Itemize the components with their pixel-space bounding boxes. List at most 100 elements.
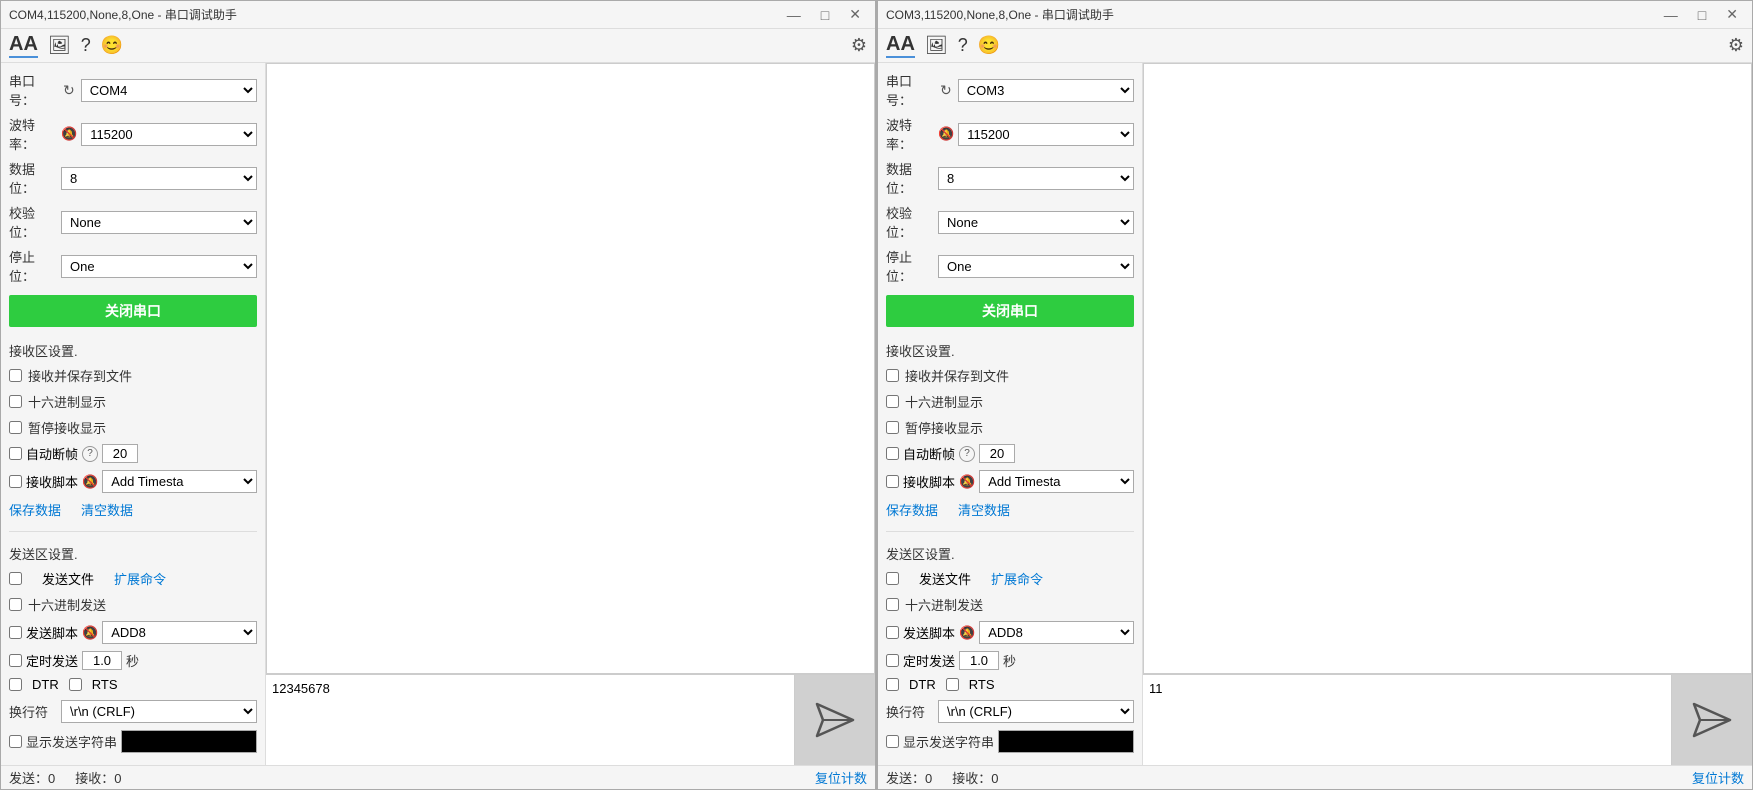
send-file-checkbox[interactable] xyxy=(9,572,22,585)
send-text-input[interactable]: 11 xyxy=(1143,675,1672,765)
auto-break-checkbox[interactable] xyxy=(9,447,22,460)
send-script-select[interactable]: ADD8 xyxy=(979,621,1134,644)
send-script-checkbox[interactable] xyxy=(886,626,899,639)
port-row-refresh-button[interactable]: ↻ xyxy=(938,82,954,99)
save-to-file-row-checkbox[interactable] xyxy=(886,369,899,382)
hex-display-row-checkbox[interactable] xyxy=(886,395,899,408)
auto-break-value-input[interactable] xyxy=(102,444,138,463)
save-data-button[interactable]: 保存数据 xyxy=(9,500,61,519)
extend-command-button[interactable]: 扩展命令 xyxy=(991,569,1043,588)
reset-count-link[interactable]: 复位计数 xyxy=(815,768,867,787)
left-panel: 串口号：↻COM3COM4COM1COM2波特率：🔕11520096003840… xyxy=(878,63,1143,765)
display-color-select[interactable] xyxy=(998,730,1134,753)
title-bar: COM4,115200,None,8,One - 串口调试助手 — □ ✕ xyxy=(1,1,875,29)
hex-display-row-label: 十六进制显示 xyxy=(28,392,106,411)
settings-icon[interactable]: ⚙ xyxy=(851,35,867,56)
rts-checkbox[interactable] xyxy=(946,678,959,691)
hex-send-row-checkbox[interactable] xyxy=(886,598,899,611)
auto-break-value-input[interactable] xyxy=(979,444,1015,463)
port-row-refresh-button[interactable]: ↻ xyxy=(61,82,77,99)
text-size-icon[interactable]: AA xyxy=(9,33,38,58)
reset-count-link[interactable]: 复位计数 xyxy=(1692,768,1744,787)
window-2: COM3,115200,None,8,One - 串口调试助手—□✕AA🖼?😊⚙… xyxy=(877,0,1753,790)
image-icon[interactable]: 🖼 xyxy=(925,35,948,56)
toolbar: AA 🖼? 😊 ⚙ xyxy=(878,29,1752,63)
send-script-mute-icon[interactable]: 🔕 xyxy=(82,625,98,641)
close-button[interactable]: ✕ xyxy=(843,4,867,25)
help-icon[interactable]: ? xyxy=(81,35,91,56)
data-bits-row: 数据位：8765 xyxy=(9,159,257,197)
send-button[interactable] xyxy=(1672,675,1752,765)
dtr-checkbox[interactable] xyxy=(886,678,899,691)
emoji-icon[interactable]: 😊 xyxy=(978,35,1000,56)
send-script-mute-icon[interactable]: 🔕 xyxy=(959,625,975,641)
stop-bits-row-select[interactable]: OneTwoOnePointFive xyxy=(61,255,257,278)
save-to-file-row-checkbox[interactable] xyxy=(9,369,22,382)
maximize-button[interactable]: □ xyxy=(1692,5,1712,25)
script-mute-icon[interactable]: 🔕 xyxy=(82,474,98,490)
display-send-string-checkbox[interactable] xyxy=(9,735,22,748)
send-script-select[interactable]: ADD8 xyxy=(102,621,257,644)
auto-break-help-button[interactable]: ? xyxy=(959,446,975,462)
help-icon[interactable]: ? xyxy=(958,35,968,56)
clear-data-button[interactable]: 清空数据 xyxy=(958,500,1010,519)
newline-select[interactable]: \r\n (CRLF) xyxy=(938,700,1134,723)
port-row-select[interactable]: COM3COM4COM1COM2 xyxy=(958,79,1134,102)
hex-send-row-checkbox[interactable] xyxy=(9,598,22,611)
send-script-row: 发送脚本🔕ADD8 xyxy=(9,621,257,644)
title-text: COM4,115200,None,8,One - 串口调试助手 xyxy=(9,6,237,23)
timer-send-checkbox[interactable] xyxy=(9,654,22,667)
close-button[interactable]: ✕ xyxy=(1720,4,1744,25)
port-row-label: 串口号： xyxy=(886,71,934,109)
baud-row-select[interactable]: 11520096003840057600 xyxy=(958,123,1134,146)
data-bits-row-select[interactable]: 8765 xyxy=(61,167,257,190)
send-script-checkbox[interactable] xyxy=(9,626,22,639)
close-port-button[interactable]: 关闭串口 xyxy=(9,295,257,327)
display-send-string-checkbox[interactable] xyxy=(886,735,899,748)
hex-display-row: 十六进制显示 xyxy=(886,392,1134,411)
stop-bits-row-select[interactable]: OneTwoOnePointFive xyxy=(938,255,1134,278)
receive-script-select[interactable]: Add Timesta xyxy=(979,470,1134,493)
emoji-icon[interactable]: 😊 xyxy=(101,35,123,56)
parity-row-select[interactable]: NoneEvenOdd xyxy=(938,211,1134,234)
receive-script-checkbox[interactable] xyxy=(9,475,22,488)
dtr-checkbox[interactable] xyxy=(9,678,22,691)
receive-script-select[interactable]: Add Timesta xyxy=(102,470,257,493)
send-section-title: 发送区设置. xyxy=(886,544,1134,563)
image-icon[interactable]: 🖼 xyxy=(48,35,71,56)
data-bits-row-select[interactable]: 8765 xyxy=(938,167,1134,190)
baud-mute-icon[interactable]: 🔕 xyxy=(61,126,77,142)
baud-row-select[interactable]: 11520096003840057600 xyxy=(81,123,257,146)
minimize-button[interactable]: — xyxy=(781,5,807,25)
script-mute-icon[interactable]: 🔕 xyxy=(959,474,975,490)
auto-break-help-button[interactable]: ? xyxy=(82,446,98,462)
text-size-icon[interactable]: AA xyxy=(886,33,915,58)
save-to-file-row-label: 接收并保存到文件 xyxy=(905,366,1009,385)
send-file-checkbox[interactable] xyxy=(886,572,899,585)
timer-send-checkbox[interactable] xyxy=(886,654,899,667)
minimize-button[interactable]: — xyxy=(1658,5,1684,25)
display-color-select[interactable] xyxy=(121,730,257,753)
baud-mute-icon[interactable]: 🔕 xyxy=(938,126,954,142)
send-file-row: 发送文件扩展命令 xyxy=(9,569,257,588)
timer-value-input[interactable] xyxy=(82,651,122,670)
receive-script-checkbox[interactable] xyxy=(886,475,899,488)
rts-checkbox[interactable] xyxy=(69,678,82,691)
close-port-button[interactable]: 关闭串口 xyxy=(886,295,1134,327)
extend-command-button[interactable]: 扩展命令 xyxy=(114,569,166,588)
auto-break-checkbox[interactable] xyxy=(886,447,899,460)
settings-icon[interactable]: ⚙ xyxy=(1728,35,1744,56)
save-data-button[interactable]: 保存数据 xyxy=(886,500,938,519)
send-text-input[interactable]: 12345678 xyxy=(266,675,795,765)
send-button[interactable] xyxy=(795,675,875,765)
receive-text-area xyxy=(266,63,875,674)
hex-display-row-checkbox[interactable] xyxy=(9,395,22,408)
timer-value-input[interactable] xyxy=(959,651,999,670)
maximize-button[interactable]: □ xyxy=(815,5,835,25)
port-row-select[interactable]: COM4COM3COM1COM2 xyxy=(81,79,257,102)
parity-row-select[interactable]: NoneEvenOdd xyxy=(61,211,257,234)
pause-receive-row-checkbox[interactable] xyxy=(886,421,899,434)
pause-receive-row-checkbox[interactable] xyxy=(9,421,22,434)
clear-data-button[interactable]: 清空数据 xyxy=(81,500,133,519)
newline-select[interactable]: \r\n (CRLF) xyxy=(61,700,257,723)
